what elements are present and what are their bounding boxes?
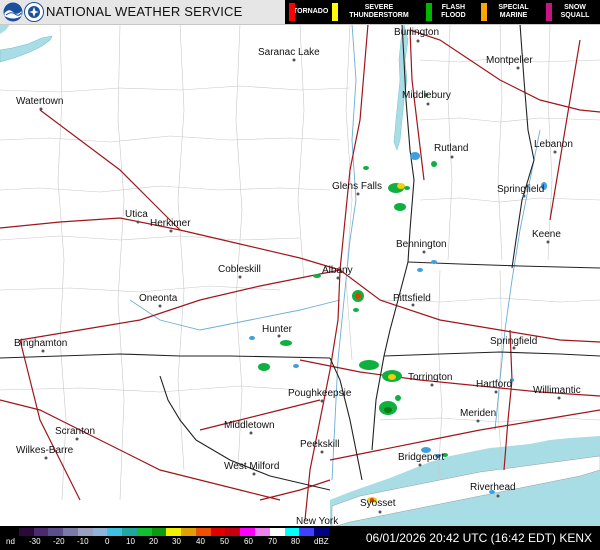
city-label-utica: Utica [125,209,148,220]
scale-label: 10 [126,537,135,546]
city-label-syosset: Syosset [360,498,396,509]
city-label-meriden: Meriden [460,408,497,419]
city-label-willimantic: Willimantic [533,385,581,396]
scale-swatch [210,528,226,536]
city-label-oneonta: Oneonta [139,293,178,304]
radar-map[interactable]: Burlington Saranac Lake Montpelier Water… [0,24,600,527]
footer-bar: nd -30 -20 -10 0 10 20 30 40 50 60 70 80… [0,526,600,550]
scale-swatch [77,528,93,536]
legend-label: SPECIAL MARINE [498,4,529,19]
city-label-torrington: Torrington [408,372,453,383]
city-label-keene: Keene [532,229,561,240]
scale-label: 50 [220,537,229,546]
city-label-hartford: Hartford [476,379,513,390]
city-label-pittsfield: Pittsfield [393,293,431,304]
scale-swatch [136,528,152,536]
scale-label: 40 [196,537,205,546]
scale-swatch [4,528,19,536]
flash-flood-swatch [425,3,432,21]
scale-label: nd [6,537,15,546]
city-label-bridgeport: Bridgeport [398,452,445,463]
scale-swatch [92,528,108,536]
scale-swatch [63,528,78,536]
city-label-glens-falls: Glens Falls [332,181,383,192]
city-label-bennington: Bennington [396,239,447,250]
city-label-middletown: Middletown [224,420,275,431]
radar-viewer: NATIONAL WEATHER SERVICE TORNADO SEVERE … [0,0,600,550]
legend-item-snow-squall: SNOW SQUALL [542,0,600,24]
city-label-albany: Albany [322,265,353,276]
city-label-west-milford: West Milford [224,461,280,472]
scale-label: 30 [172,537,181,546]
noaa-logo-icon [3,2,23,22]
snow-squall-swatch [546,3,553,21]
city-label-middlebury: Middlebury [402,90,451,101]
city-label-lebanon: Lebanon [534,139,573,150]
scale-swatch [122,528,137,536]
scale-swatch [33,528,49,536]
scale-label: 20 [149,537,158,546]
city-label-burlington: Burlington [394,27,440,38]
tornado-swatch [289,3,295,21]
scale-label: 70 [268,537,277,546]
dbz-scale-labels: nd -30 -20 -10 0 10 20 30 40 50 60 70 80… [0,537,340,549]
special-marine-swatch [481,3,488,21]
scale-swatch [225,528,241,536]
scale-label: dBZ [314,537,329,546]
legend-label: FLASH FLOOD [441,4,466,19]
scale-swatch [284,528,300,536]
legend-item-tornado: TORNADO [285,0,328,24]
scale-label: 80 [291,537,300,546]
scale-label: 0 [105,537,110,546]
radar-timestamp: 06/01/2026 20:42 UTC (16:42 EDT) KENX [365,531,592,545]
severe-thunderstorm-swatch [332,3,339,21]
scale-swatch [166,528,182,536]
city-label-rutland: Rutland [434,143,469,154]
legend-item-flash-flood: FLASH FLOOD [422,0,477,24]
city-label-saranac-lake: Saranac Lake [258,47,320,58]
legend-item-severe-thunderstorm: SEVERE THUNDERSTORM [328,0,421,24]
scale-swatch [151,528,167,536]
legend-label: SNOW SQUALL [560,4,590,19]
scale-swatch [314,528,329,536]
city-label-hunter: Hunter [262,324,293,335]
scale-swatch [18,528,34,536]
city-label-watertown: Watertown [16,96,64,107]
scale-swatch [299,528,315,536]
nws-logo-icon [24,2,44,22]
legend-label: TORNADO [293,8,329,15]
legend-label: SEVERE THUNDERSTORM [349,4,409,19]
scale-label: -10 [77,537,89,546]
city-label-montpelier: Montpelier [486,55,533,66]
warning-legend: TORNADO SEVERE THUNDERSTORM FLASH FLOOD … [285,0,600,24]
agency-title: NATIONAL WEATHER SERVICE [46,4,243,19]
legend-item-special-marine: SPECIAL MARINE [477,0,542,24]
dbz-color-scale [4,528,329,536]
scale-swatch [195,528,211,536]
city-label-herkimer: Herkimer [150,218,191,229]
scale-label: -20 [53,537,65,546]
scale-swatch [107,528,123,536]
city-label-scranton: Scranton [55,426,96,437]
scale-swatch [181,528,196,536]
basemap [0,24,600,526]
city-label-poughkeepsie: Poughkeepsie [288,388,352,399]
scale-swatch [240,528,256,536]
scale-label: -30 [29,537,41,546]
scale-label: 60 [244,537,253,546]
city-label-wilkes-barre: Wilkes-Barre [16,445,74,456]
header-bar: NATIONAL WEATHER SERVICE TORNADO SEVERE … [0,0,600,25]
city-label-springfield-vt: Springfield [497,184,545,195]
scale-swatch [48,528,64,536]
scale-swatch [255,528,270,536]
city-label-binghamton: Binghamton [14,338,68,349]
city-label-riverhead: Riverhead [470,482,516,493]
city-label-cobleskill: Cobleskill [218,264,261,275]
scale-swatch [269,528,285,536]
city-label-peekskill: Peekskill [300,439,340,450]
city-label-springfield-ma: Springfield [490,336,538,347]
